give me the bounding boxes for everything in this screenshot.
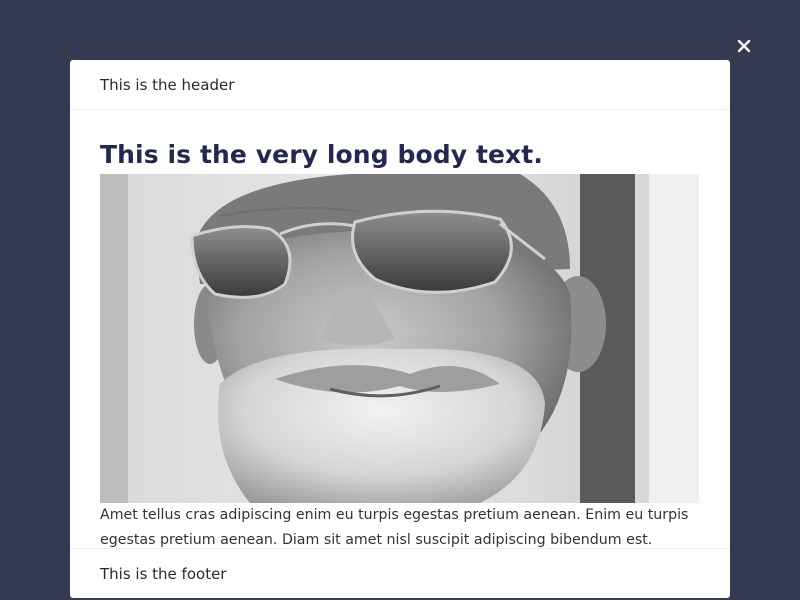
close-icon <box>737 39 751 53</box>
body-title: This is the very long body text. <box>100 140 543 169</box>
modal-header: This is the header <box>70 60 730 110</box>
modal-header-text: This is the header <box>100 76 235 94</box>
modal-footer-text: This is the footer <box>100 565 227 583</box>
body-paragraph: Amet tellus cras adipiscing enim eu turp… <box>100 507 689 548</box>
close-button[interactable] <box>733 35 755 57</box>
modal-body[interactable]: This is the very long body text. Amet te… <box>70 111 730 548</box>
modal-dialog: This is the header This is the very long… <box>70 60 730 598</box>
modal-footer: This is the footer <box>70 548 730 598</box>
portrait-image <box>100 174 699 503</box>
